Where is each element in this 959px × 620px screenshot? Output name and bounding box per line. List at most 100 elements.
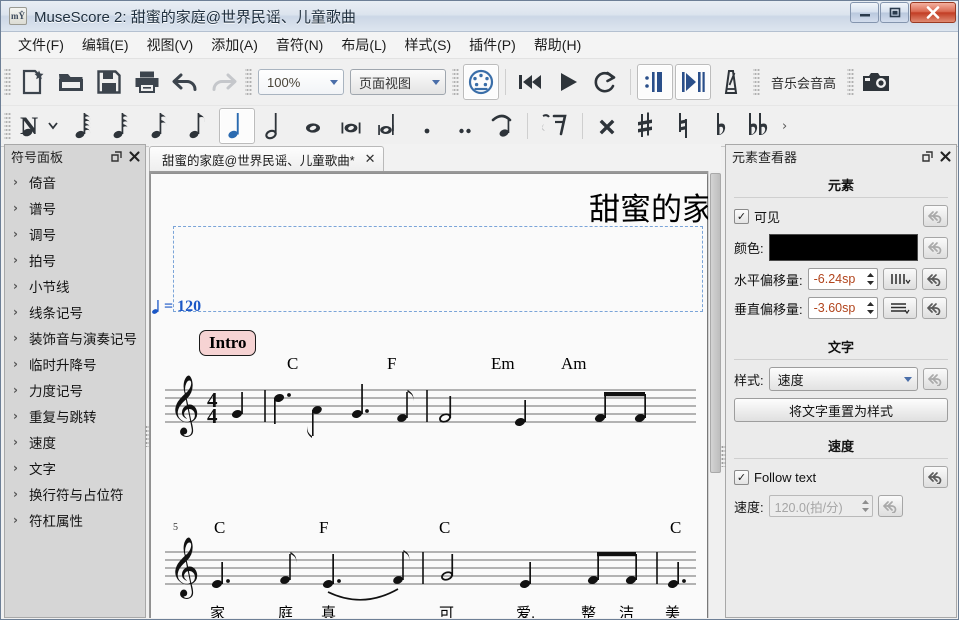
lyric-syllable[interactable]: 真 — [321, 602, 336, 618]
lyric-syllable[interactable]: 爱, — [516, 602, 535, 618]
augmentation-dot-icon[interactable] — [409, 108, 445, 144]
reset-arrow-icon[interactable] — [922, 297, 947, 319]
note-breve-icon[interactable] — [333, 108, 369, 144]
follow-text-checkbox[interactable]: ✓ — [734, 470, 749, 485]
lyric-syllable[interactable]: 整 — [581, 602, 596, 618]
palette-item-breaks-spacers[interactable]: ›换行符与占位符 — [5, 481, 145, 507]
open-folder-icon[interactable] — [53, 64, 89, 100]
undock-icon[interactable] — [109, 149, 123, 163]
maximize-button[interactable] — [880, 2, 909, 23]
chord-symbol[interactable]: C — [670, 518, 681, 538]
reset-arrow-icon[interactable] — [923, 205, 948, 227]
menu-layout[interactable]: 布局(L) — [332, 32, 395, 58]
stepper-icon[interactable] — [861, 499, 870, 513]
note-half-icon[interactable] — [257, 108, 293, 144]
reset-arrow-icon[interactable] — [922, 268, 947, 290]
note-longa-icon[interactable] — [371, 108, 407, 144]
undo-arrow-icon[interactable] — [167, 64, 203, 100]
play-repeats-icon[interactable] — [637, 64, 673, 100]
palette-item-barlines[interactable]: ›小节线 — [5, 273, 145, 299]
tempo-marking[interactable]: = 120 — [152, 298, 201, 316]
menu-plugins[interactable]: 插件(P) — [460, 32, 525, 58]
close-icon[interactable] — [127, 149, 141, 163]
play-icon[interactable] — [550, 64, 586, 100]
horizontal-lines-icon[interactable] — [883, 297, 917, 319]
title-frame[interactable] — [173, 226, 703, 312]
undock-icon[interactable] — [920, 149, 934, 163]
offset-x-input[interactable]: -6.24sp — [808, 268, 878, 290]
menu-edit[interactable]: 编辑(E) — [73, 32, 138, 58]
toolbar-grip[interactable] — [4, 68, 11, 96]
rest-icon[interactable] — [534, 108, 576, 144]
palette-item-grace-notes[interactable]: ›倚音 — [5, 169, 145, 195]
stepper-icon[interactable] — [866, 301, 875, 315]
flat-icon[interactable] — [703, 108, 739, 144]
natural-icon[interactable] — [665, 108, 701, 144]
section-text-intro[interactable]: Intro — [199, 330, 256, 356]
document-tab[interactable]: 甜蜜的家庭@世界民谣、儿童歌曲* ✕ — [149, 146, 384, 171]
note-whole-icon[interactable] — [295, 108, 331, 144]
palette-item-lines[interactable]: ›线条记号 — [5, 299, 145, 325]
chord-symbol[interactable]: Em — [491, 354, 515, 374]
minimize-button[interactable] — [850, 2, 879, 23]
toolbar-grip[interactable] — [452, 68, 459, 96]
redo-arrow-icon[interactable] — [205, 64, 241, 100]
menu-help[interactable]: 帮助(H) — [525, 32, 590, 58]
palette-item-clefs[interactable]: ›谱号 — [5, 195, 145, 221]
tie-icon[interactable] — [485, 108, 521, 144]
reset-arrow-icon[interactable] — [923, 237, 948, 259]
palette-item-key-signatures[interactable]: ›调号 — [5, 221, 145, 247]
reset-arrow-icon[interactable] — [923, 368, 948, 390]
palette-item-time-signatures[interactable]: ›拍号 — [5, 247, 145, 273]
note-input-mode-icon[interactable]: N — [15, 108, 65, 144]
chord-symbol[interactable]: C — [214, 518, 225, 538]
reset-text-to-style-button[interactable]: 将文字重置为样式 — [734, 398, 948, 422]
sharp-icon[interactable] — [627, 108, 663, 144]
palette-item-dynamics[interactable]: ›力度记号 — [5, 377, 145, 403]
reset-arrow-icon[interactable] — [878, 495, 903, 517]
note-16th-icon[interactable] — [143, 108, 179, 144]
visible-checkbox[interactable]: ✓ — [734, 209, 749, 224]
score-page[interactable]: 甜蜜的家 = 120 Intro C F Em Am — [151, 174, 707, 618]
tempo-input[interactable]: 120.0(拍/分) — [769, 495, 873, 517]
toolbar-grip[interactable] — [4, 112, 11, 140]
menu-view[interactable]: 视图(V) — [138, 32, 203, 58]
inspector-resize-handle[interactable] — [721, 445, 726, 467]
palette-item-repeats-jumps[interactable]: ›重复与跳转 — [5, 403, 145, 429]
toolbar-grip[interactable] — [753, 68, 760, 96]
menu-file[interactable]: 文件(F) — [9, 32, 73, 58]
reset-arrow-icon[interactable] — [923, 466, 948, 488]
note-8th-icon[interactable] — [181, 108, 217, 144]
close-icon[interactable]: ✕ — [365, 152, 376, 167]
score-canvas[interactable]: 甜蜜的家 = 120 Intro C F Em Am — [149, 171, 721, 618]
view-mode-select[interactable]: 页面视图 — [350, 69, 446, 95]
concert-pitch-button[interactable]: 音乐会音高 — [763, 73, 844, 92]
note-32nd-icon[interactable] — [105, 108, 141, 144]
palette-item-accidentals[interactable]: ›临时升降号 — [5, 351, 145, 377]
rewind-to-start-icon[interactable] — [512, 64, 548, 100]
toolbar-grip[interactable] — [245, 68, 252, 96]
chord-symbol[interactable]: F — [319, 518, 328, 538]
lyric-syllable[interactable]: 可 — [439, 602, 454, 618]
menu-notes[interactable]: 音符(N) — [267, 32, 332, 58]
close-button[interactable] — [910, 2, 956, 23]
new-score-icon[interactable] — [15, 64, 51, 100]
close-icon[interactable] — [938, 149, 952, 163]
pan-score-icon[interactable] — [675, 64, 711, 100]
chord-symbol[interactable]: Am — [561, 354, 587, 374]
chord-symbol[interactable]: F — [387, 354, 396, 374]
lyric-syllable[interactable]: 庭 — [278, 602, 293, 618]
lyric-syllable[interactable]: 家 — [210, 602, 225, 618]
chord-symbol[interactable]: C — [439, 518, 450, 538]
stepper-icon[interactable] — [866, 272, 875, 286]
zoom-select[interactable]: 100% — [258, 69, 344, 95]
toolbar-overflow-icon[interactable]: › — [778, 119, 791, 134]
metronome-icon[interactable] — [713, 64, 749, 100]
midi-input-icon[interactable] — [463, 64, 499, 100]
offset-y-input[interactable]: -3.60sp — [808, 297, 878, 319]
double-sharp-icon[interactable] — [589, 108, 625, 144]
score-title[interactable]: 甜蜜的家 — [589, 184, 713, 229]
color-swatch[interactable] — [769, 234, 918, 261]
vertical-lines-icon[interactable] — [883, 268, 917, 290]
camera-screenshot-icon[interactable] — [858, 64, 894, 100]
